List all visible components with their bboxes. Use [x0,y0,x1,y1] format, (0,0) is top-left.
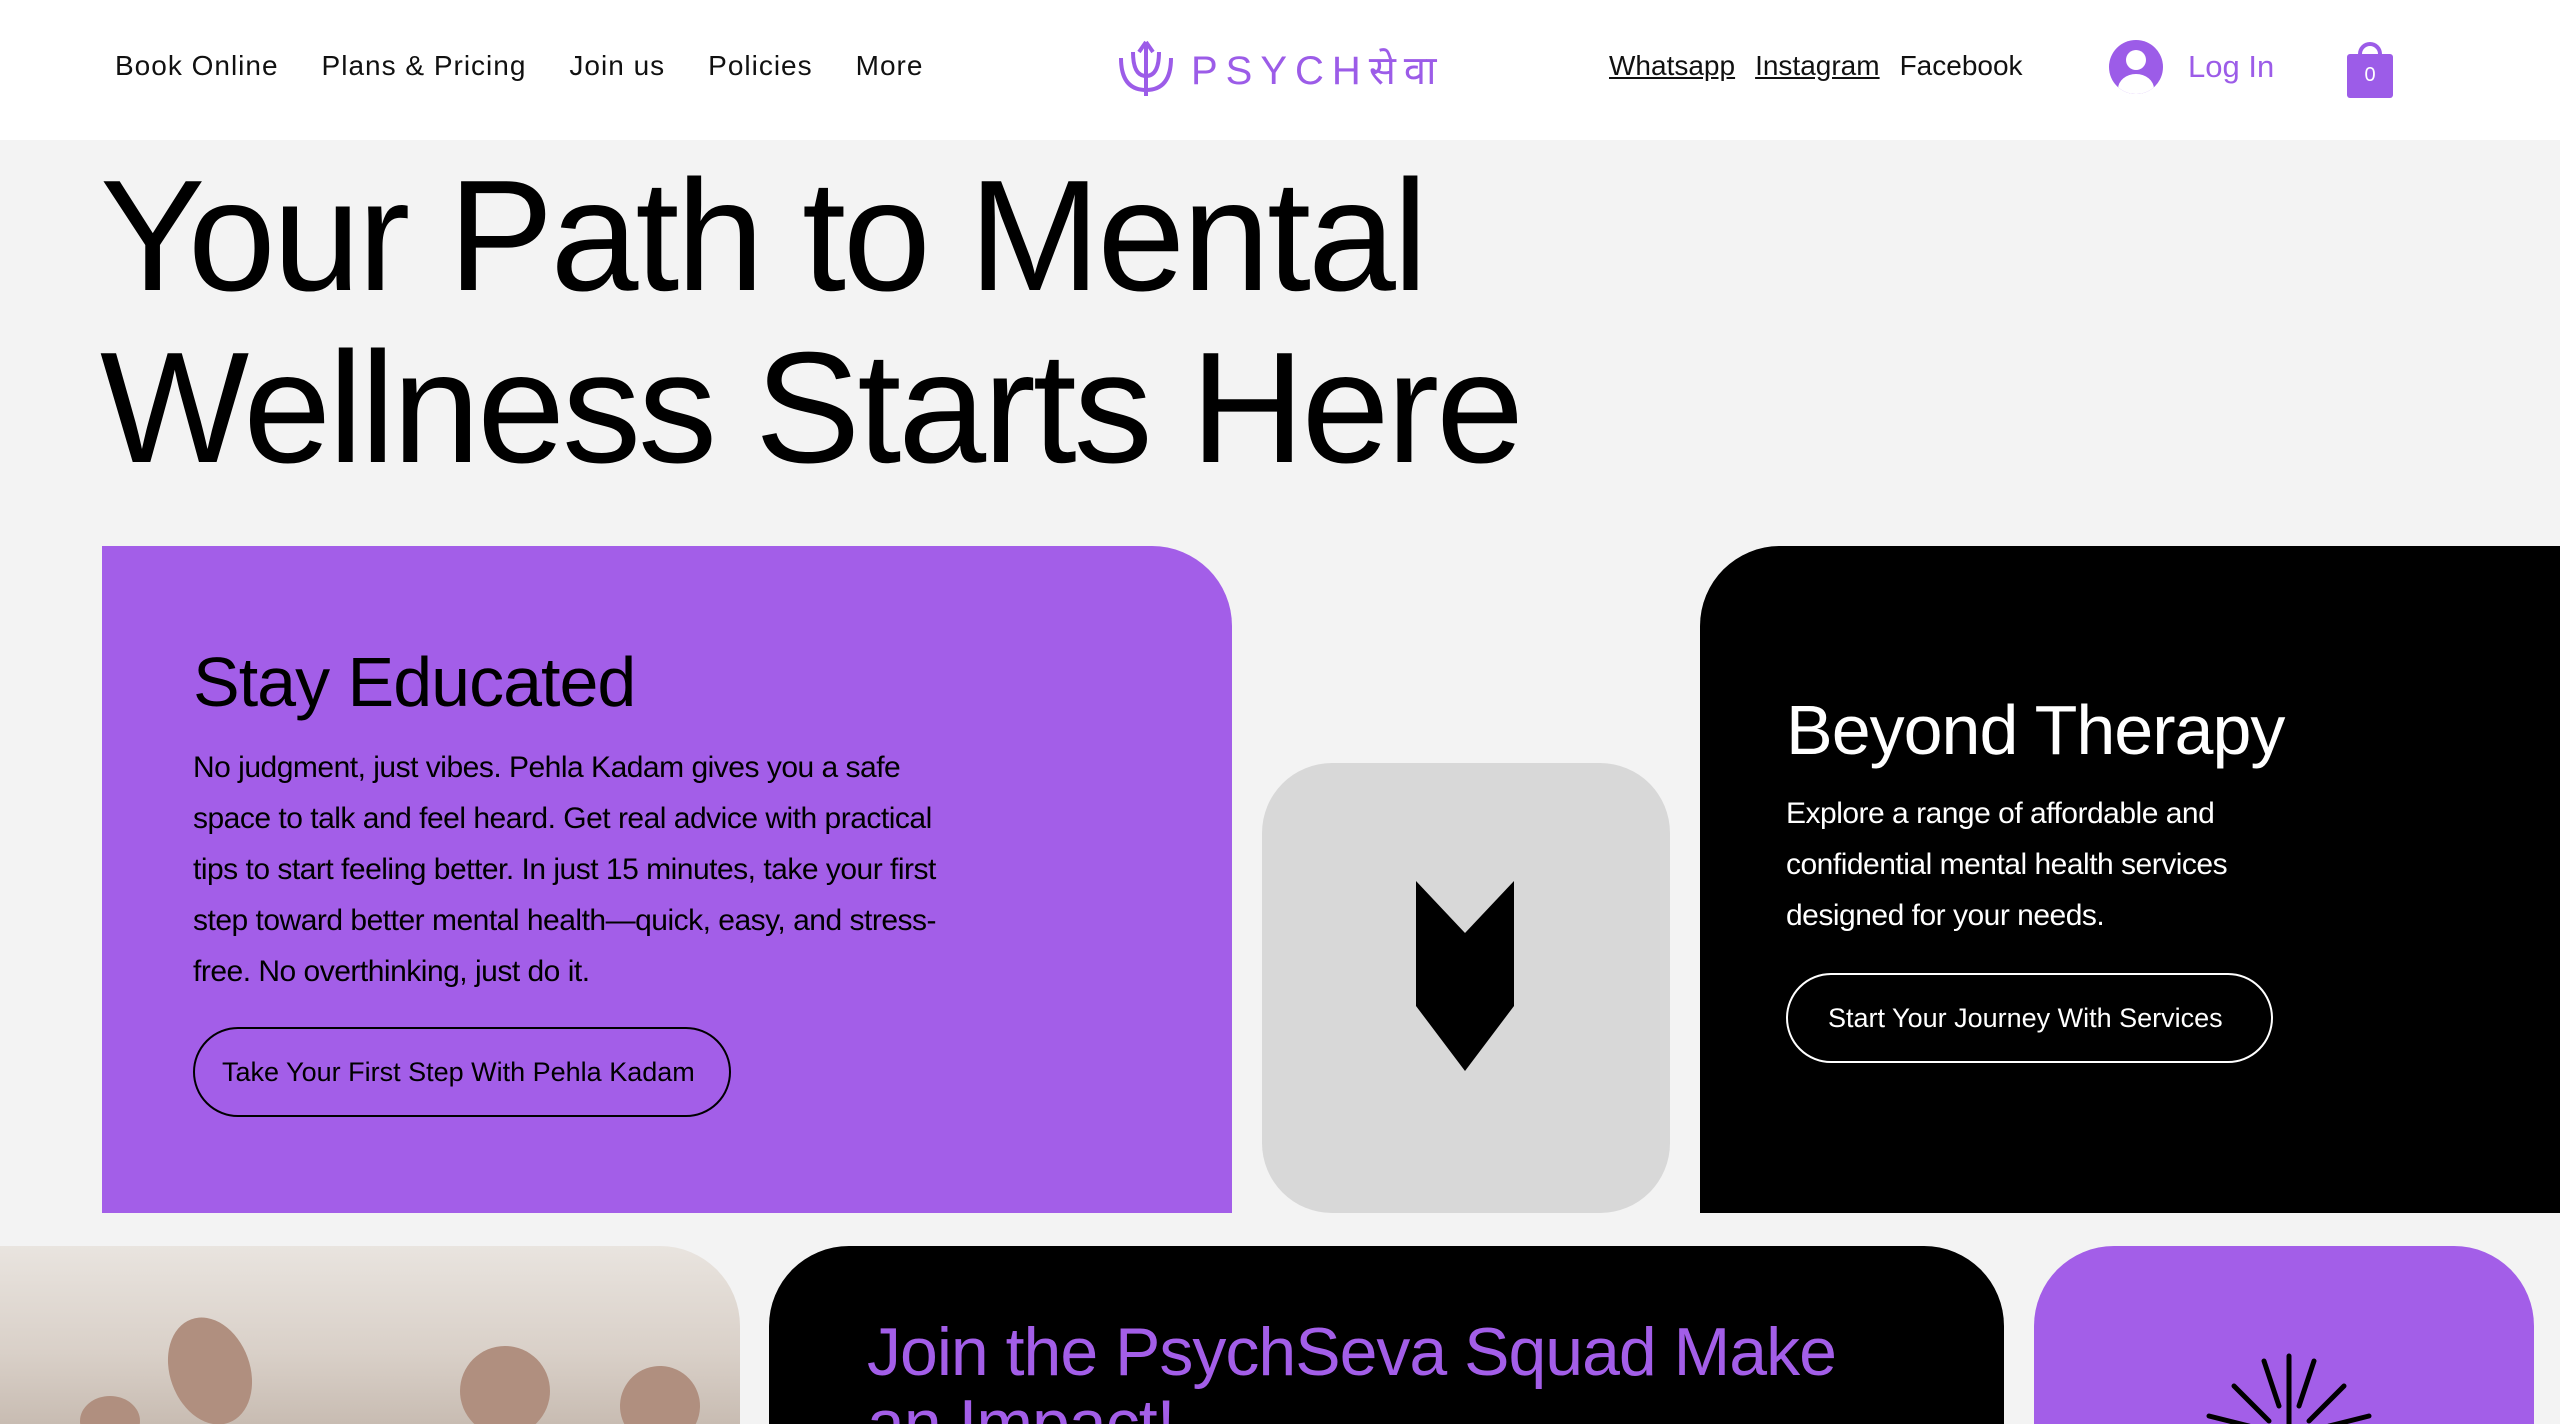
sparkle-card [2034,1246,2534,1424]
user-avatar-icon [2109,40,2163,94]
photo-hand-shape [80,1396,140,1424]
login-button[interactable]: Log In [2109,40,2274,94]
photo-hand-shape [460,1346,550,1424]
beyond-therapy-title: Beyond Therapy [1786,691,2285,769]
scroll-down-card[interactable] [1262,763,1670,1213]
cart-count: 0 [2364,64,2376,86]
beyond-therapy-card: Beyond Therapy Explore a range of afford… [1700,546,2560,1213]
login-label: Log In [2188,49,2275,84]
join-squad-title: Join the PsychSeva Squad Make an Impact! [867,1314,1837,1424]
sparkle-burst-icon [2206,1353,2372,1424]
nav-join-us[interactable]: Join us [569,50,665,82]
stay-educated-card: Stay Educated No judgment, just vibes. P… [102,546,1232,1213]
trident-logo-icon [1119,40,1173,96]
facebook-link[interactable]: Facebook [1900,50,2023,82]
nav-book-online[interactable]: Book Online [115,50,279,82]
instagram-link[interactable]: Instagram [1755,50,1880,82]
main-nav: Book Online Plans & Pricing Join us Poli… [115,50,966,82]
nav-policies[interactable]: Policies [708,50,812,82]
site-logo[interactable]: PSYCHसेवा [1115,38,1444,98]
social-links: Whatsapp Instagram Facebook [1609,50,2043,82]
pehla-kadam-button[interactable]: Take Your First Step With Pehla Kadam [193,1027,731,1117]
cart-button[interactable]: 0 [2347,40,2393,98]
hero-title-line2: Wellness Starts Here [100,320,1524,496]
beyond-therapy-body: Explore a range of affordable and confid… [1786,797,2228,932]
whatsapp-link[interactable]: Whatsapp [1609,50,1735,82]
arrow-down-icon [1416,881,1514,1071]
nav-more[interactable]: More [856,50,924,82]
nav-plans-pricing[interactable]: Plans & Pricing [322,50,527,82]
logo-text: PSYCHसेवा [1191,48,1445,93]
stay-educated-body: No judgment, just vibes. Pehla Kadam giv… [193,751,937,988]
photo-hand-shape [153,1305,267,1424]
hero-title-line1: Your Path to Mental [100,148,1428,324]
community-photo [0,1246,740,1424]
join-squad-card: Join the PsychSeva Squad Make an Impact! [769,1246,2004,1424]
photo-hand-shape [606,1352,714,1424]
services-button[interactable]: Start Your Journey With Services [1786,973,2273,1063]
hero-title: Your Path to Mental Wellness Starts Here [100,150,1700,494]
site-header: Book Online Plans & Pricing Join us Poli… [0,0,2560,140]
stay-educated-title: Stay Educated [193,643,636,721]
